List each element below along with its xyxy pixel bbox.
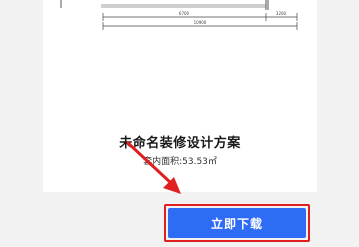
plan-title: 未命名装修设计方案	[119, 136, 241, 151]
design-card: 6700 3200 10900 未命名装修设计方案 套内面积:53.53㎡	[43, 0, 317, 192]
dim-right-label: 3200	[276, 11, 287, 16]
area-value: 53.53㎡	[182, 157, 217, 167]
dim-total-label: 10900	[194, 20, 207, 25]
download-now-button[interactable]: 立即下载	[168, 208, 306, 238]
dim-left-label: 6700	[179, 11, 190, 16]
area-label: 套内面积:	[143, 157, 183, 167]
floor-plan-drawing: 6700 3200 10900	[60, 0, 298, 30]
area-info: 套内面积:53.53㎡	[43, 154, 317, 167]
